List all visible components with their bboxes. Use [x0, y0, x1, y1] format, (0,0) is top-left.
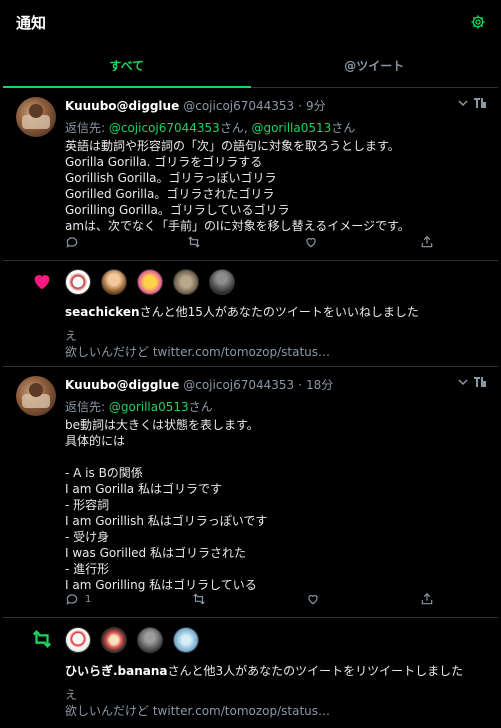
avatar[interactable] [137, 269, 163, 295]
reply-mention[interactable]: @gorilla0513 [251, 121, 331, 135]
header: 通知 [0, 0, 501, 44]
retweet-filled-icon [32, 630, 52, 648]
display-name[interactable]: Kuuubo@digglue [65, 99, 179, 113]
chevron-down-icon[interactable] [458, 98, 468, 108]
avatar[interactable] [65, 269, 91, 295]
quoted-text-line1: え [65, 688, 78, 702]
retweet-icon [192, 593, 205, 605]
share-button[interactable] [420, 592, 434, 606]
user-handle[interactable]: @cojicoj67044353 [183, 99, 294, 113]
tweet-text: 英語は動詞や形容詞の「次」の語句に対象を取ろうとします。 Gorilla Gor… [65, 139, 410, 233]
notifications-app: 通知 すべて @ツイート Kuuubo@digglue @cojicoj6704… [0, 0, 501, 720]
avatar[interactable] [209, 269, 235, 295]
notification-text: seachickenさんと他15人があなたのツイートをいいねしました [65, 303, 486, 320]
tweet-meta: Kuuubo@digglue @cojicoj67044353 · 9分 [65, 97, 486, 114]
quoted-text-line2[interactable]: 欲しいんだけど twitter.com/tomozop/status… [65, 343, 486, 360]
avatar[interactable] [16, 376, 56, 416]
tweet-meta: Kuuubo@digglue @cojicoj67044353 · 18分 [65, 376, 486, 393]
avatar[interactable] [101, 269, 127, 295]
chevron-down-icon[interactable] [458, 377, 468, 387]
retweet-button[interactable] [192, 592, 206, 606]
tweet-body: Kuuubo@digglue @cojicoj67044353 · 18分 返信… [65, 376, 486, 593]
notification-user[interactable]: ひいらぎ.banana [65, 664, 168, 678]
notification-suffix: さんと他3人があなたのツイートをリツイートしました [167, 664, 464, 678]
reply-separator: さん, [219, 121, 252, 135]
like-notification[interactable]: seachickenさんと他15人があなたのツイートをいいねしました え 欲しい… [3, 261, 498, 367]
separator-dot: · [298, 378, 303, 392]
heart-icon [308, 595, 318, 605]
tweet-time[interactable]: 18分 [306, 376, 333, 393]
reply-context: 返信先: @gorilla0513さん [65, 398, 486, 415]
retweeter-avatars [65, 627, 199, 653]
quoted-text-line2[interactable]: 欲しいんだけど twitter.com/tomozop/status… [65, 702, 486, 719]
separator-dot: · [298, 99, 303, 113]
reply-prefix: 返信先: [65, 400, 109, 414]
avatar[interactable] [101, 627, 127, 653]
tweet-actions: 1 [65, 592, 434, 606]
tweet-item[interactable]: Kuuubo@digglue @cojicoj67044353 · 9分 返信先… [3, 88, 498, 261]
reply-count: 1 [85, 593, 92, 605]
share-button[interactable] [420, 235, 434, 249]
reply-prefix: 返信先: [65, 121, 109, 135]
tab-bar: すべて @ツイート [3, 44, 498, 88]
notification-feed: Kuuubo@digglue @cojicoj67044353 · 9分 返信先… [3, 88, 498, 728]
tweetbot-logo-icon [474, 377, 486, 387]
tab-all[interactable]: すべて [3, 44, 251, 88]
avatar[interactable] [137, 627, 163, 653]
like-button[interactable] [304, 235, 318, 249]
avatar[interactable] [65, 627, 91, 653]
reply-mention[interactable]: @cojicoj67044353 [109, 121, 220, 135]
page-title: 通知 [16, 14, 47, 32]
retweet-notification[interactable]: ひいらぎ.bananaさんと他3人があなたのツイートをリツイートしました え 欲… [3, 618, 498, 728]
heart-icon [305, 238, 316, 248]
liker-avatars [65, 269, 235, 295]
avatar[interactable] [16, 97, 56, 137]
tweet-time[interactable]: 9分 [306, 97, 326, 114]
reply-context: 返信先: @cojicoj67044353さん, @gorilla0513さん [65, 119, 486, 136]
notification-user[interactable]: seachicken [65, 305, 140, 319]
reply-suffix: さん [331, 121, 356, 135]
notification-text: ひいらぎ.bananaさんと他3人があなたのツイートをリツイートしました [65, 662, 486, 679]
reply-icon [66, 594, 78, 605]
reply-mention[interactable]: @gorilla0513 [109, 400, 189, 414]
reply-button[interactable]: 1 [65, 592, 91, 606]
heart-filled-icon [34, 275, 50, 290]
gear-icon[interactable] [470, 14, 486, 30]
tweet-actions [65, 235, 434, 249]
tweet-body: Kuuubo@digglue @cojicoj67044353 · 9分 返信先… [65, 97, 486, 234]
avatar[interactable] [173, 627, 199, 653]
share-icon [421, 235, 433, 248]
retweet-icon [188, 236, 200, 248]
tab-mentions[interactable]: @ツイート [251, 44, 499, 87]
reply-button[interactable] [65, 235, 85, 249]
tweet-item[interactable]: Kuuubo@digglue @cojicoj67044353 · 18分 返信… [3, 367, 498, 618]
share-icon [421, 592, 433, 605]
tweet-text: be動詞は大きくは状態を表します。 具体的には - A is Bの関係 I am… [65, 418, 268, 592]
reply-icon [66, 237, 78, 248]
quoted-text-line1: え [65, 329, 78, 343]
tweetbot-logo-icon [474, 98, 486, 108]
reply-suffix: さん [188, 400, 213, 414]
retweet-button[interactable] [187, 235, 201, 249]
display-name[interactable]: Kuuubo@digglue [65, 378, 179, 392]
notification-suffix: さんと他15人があなたのツイートをいいねしました [139, 305, 419, 319]
like-button[interactable] [306, 592, 320, 606]
user-handle[interactable]: @cojicoj67044353 [183, 378, 294, 392]
avatar[interactable] [173, 269, 199, 295]
